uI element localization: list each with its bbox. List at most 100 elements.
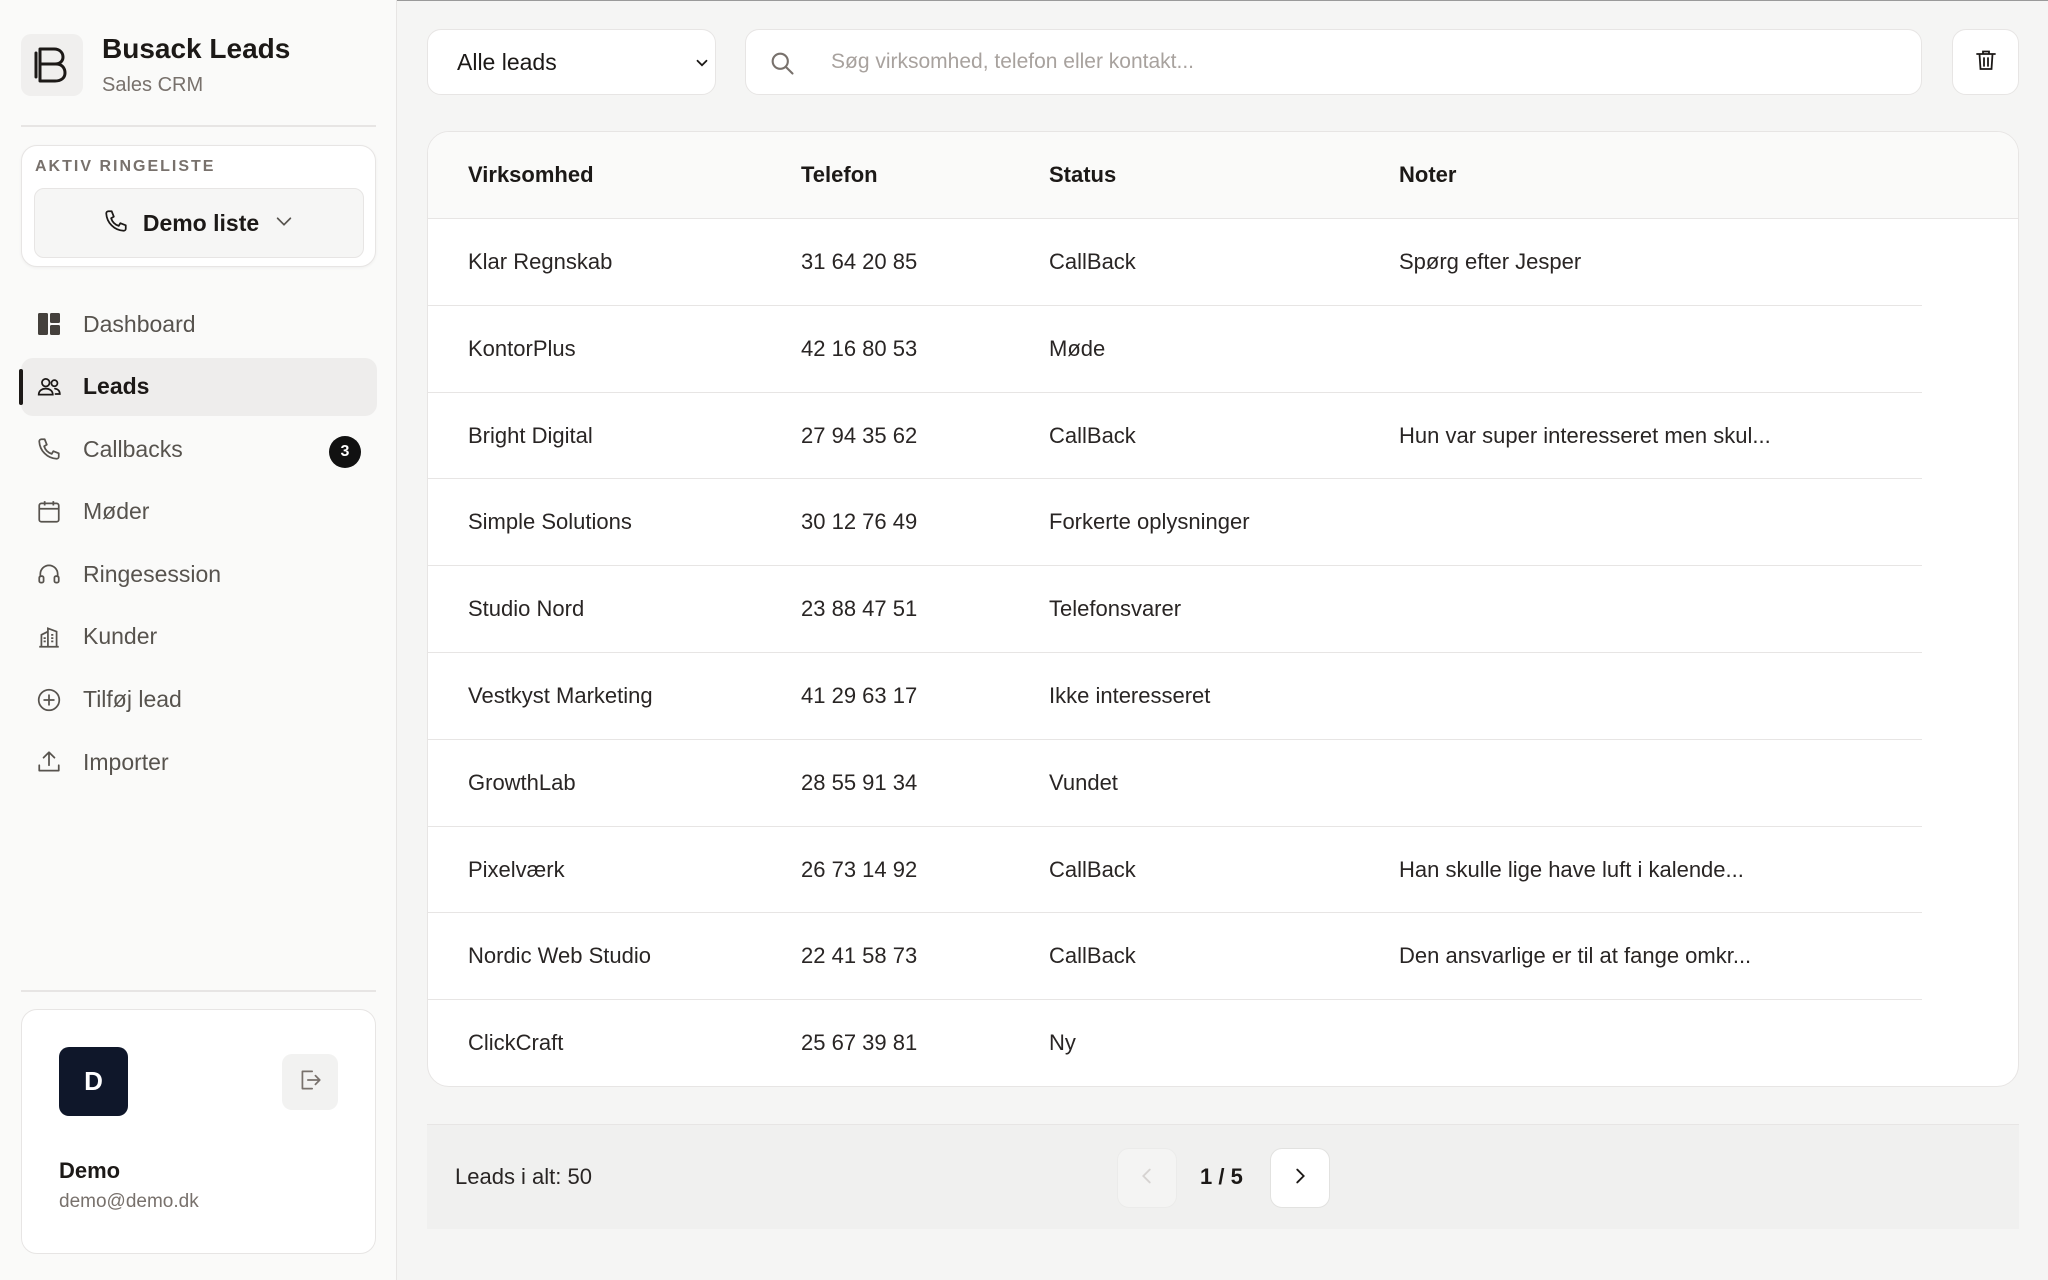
notes-cell: Den ansvarlige er til at fange omkr... (1399, 943, 1752, 969)
sidebar-item-moder[interactable]: Møder (21, 483, 377, 541)
status-cell: Vundet (1049, 769, 1118, 795)
sidebar-item-label: Dashboard (83, 310, 196, 337)
table-row[interactable]: GrowthLab 28 55 91 34 Vundet (428, 740, 1922, 827)
phone-cell: 22 41 58 73 (801, 943, 918, 969)
search-input[interactable] (831, 42, 1891, 82)
chevron-down-icon (273, 210, 295, 237)
page-indicator: 1 / 5 (1200, 1164, 1243, 1189)
divider (21, 125, 376, 127)
user-email: demo@demo.dk (59, 1191, 199, 1212)
sidebar-item-callbacks[interactable]: Callbacks 3 (21, 420, 377, 478)
brand: Busack Leads Sales CRM (21, 32, 290, 97)
search-icon (768, 49, 796, 82)
table-row[interactable]: ClickCraft 25 67 39 81 Ny (428, 1000, 1922, 1086)
status-cell: Møde (1049, 335, 1106, 361)
company-cell: KontorPlus (468, 335, 576, 361)
table-row[interactable]: Vestkyst Marketing 41 29 63 17 Ikke inte… (428, 653, 1922, 740)
brand-subtitle: Sales CRM (102, 74, 204, 96)
divider (21, 990, 376, 992)
logout-button[interactable] (282, 1054, 338, 1110)
phone-icon (35, 435, 63, 463)
sidebar-item-leads[interactable]: Leads (19, 357, 377, 416)
leads-total: Leads i alt: 50 (455, 1164, 592, 1189)
sidebar-nav: Dashboard Leads Callbacks 3 Møder Ringes… (19, 295, 377, 796)
upload-icon (35, 748, 63, 776)
status-cell: CallBack (1049, 422, 1136, 448)
phone-cell: 23 88 47 51 (801, 596, 918, 622)
active-call-list-card: AKTIV RINGELISTE Demo liste (21, 145, 376, 267)
phone-cell: 42 16 80 53 (801, 335, 918, 361)
sidebar-item-tilfoj-lead[interactable]: Tilføj lead (21, 671, 377, 729)
table-row[interactable]: Studio Nord 23 88 47 51 Telefonsvarer (428, 566, 1922, 653)
b-logo-icon (21, 33, 83, 96)
status-cell: CallBack (1049, 856, 1136, 882)
notes-cell: Hun var super interesseret men skul... (1399, 422, 1771, 448)
company-cell: Simple Solutions (468, 509, 632, 535)
sidebar-item-label: Leads (83, 373, 150, 400)
column-header-status[interactable]: Status (1049, 162, 1116, 188)
sidebar-item-ringesession[interactable]: Ringesession (21, 545, 377, 603)
phone-cell: 25 67 39 81 (801, 1030, 918, 1056)
phone-cell: 28 55 91 34 (801, 769, 918, 795)
company-cell: ClickCraft (468, 1030, 564, 1056)
sidebar-item-label: Kunder (83, 623, 158, 650)
status-cell: Telefonsvarer (1049, 596, 1182, 622)
sidebar-item-importer[interactable]: Importer (21, 733, 377, 791)
phone-icon (103, 208, 129, 239)
sidebar-item-label: Ringesession (83, 560, 222, 587)
callbacks-count-badge: 3 (329, 436, 361, 469)
column-header-virksomhed[interactable]: Virksomhed (468, 162, 594, 188)
notes-cell: Spørg efter Jesper (1399, 249, 1582, 274)
phone-cell: 27 94 35 62 (801, 422, 918, 448)
calendar-icon (35, 498, 63, 526)
previous-page-button[interactable] (1117, 1148, 1177, 1208)
table-body: Klar Regnskab 31 64 20 85 CallBack Spørg… (428, 219, 2018, 1086)
logout-icon (297, 1067, 323, 1098)
table-row[interactable]: Bright Digital 27 94 35 62 CallBack Hun … (428, 393, 1922, 480)
sidebar-item-kunder[interactable]: Kunder (21, 608, 377, 666)
table-header: Virksomhed Telefon Status Noter (428, 132, 2018, 219)
delete-button[interactable] (1952, 29, 2019, 95)
company-cell: Pixelværk (468, 856, 565, 882)
sidebar: Busack Leads Sales CRM AKTIV RINGELISTE … (0, 0, 397, 1280)
sidebar-item-dashboard[interactable]: Dashboard (21, 295, 377, 353)
status-cell: Ny (1049, 1030, 1076, 1056)
status-cell: Ikke interesseret (1049, 682, 1211, 708)
brand-title: Busack Leads (102, 33, 291, 64)
chevron-right-icon (1289, 1165, 1311, 1192)
sidebar-item-label: Tilføj lead (83, 686, 182, 713)
notes-cell: Han skulle lige have luft i kalende... (1399, 856, 1744, 882)
leads-table: Virksomhed Telefon Status Noter Klar Reg… (427, 131, 2019, 1087)
phone-cell: 26 73 14 92 (801, 856, 918, 882)
search-box (745, 29, 1922, 95)
call-list-select[interactable]: Demo liste (34, 188, 364, 258)
next-page-button[interactable] (1270, 1148, 1330, 1208)
dashboard-icon (35, 310, 63, 338)
lead-filter-select[interactable]: Alle leads (427, 29, 716, 95)
phone-cell: 31 64 20 85 (801, 249, 918, 274)
chevron-down-icon (693, 54, 711, 77)
filter-value: Alle leads (457, 48, 557, 75)
call-list-selected: Demo liste (142, 209, 260, 236)
table-row[interactable]: Simple Solutions 30 12 76 49 Forkerte op… (428, 479, 1922, 567)
user-name: Demo (59, 1158, 121, 1183)
sidebar-item-label: Møder (83, 498, 150, 525)
column-header-telefon[interactable]: Telefon (801, 162, 878, 188)
table-row[interactable]: KontorPlus 42 16 80 53 Møde (428, 306, 1922, 393)
status-cell: CallBack (1049, 249, 1136, 274)
table-row[interactable]: Nordic Web Studio 22 41 58 73 CallBack D… (428, 913, 1922, 1001)
status-cell: CallBack (1049, 943, 1136, 969)
status-cell: Forkerte oplysninger (1049, 509, 1250, 535)
sidebar-item-label: Importer (83, 748, 169, 775)
company-cell: Bright Digital (468, 422, 593, 448)
company-cell: GrowthLab (468, 769, 576, 795)
column-header-noter[interactable]: Noter (1399, 162, 1456, 188)
users-icon (35, 373, 63, 401)
pagination-bar: Leads i alt: 50 1 / 5 (427, 1124, 2019, 1229)
company-cell: Nordic Web Studio (468, 943, 652, 969)
chevron-left-icon (1136, 1165, 1158, 1192)
table-row[interactable]: Klar Regnskab 31 64 20 85 CallBack Spørg… (428, 219, 1922, 306)
table-row[interactable]: Pixelværk 26 73 14 92 CallBack Han skull… (428, 827, 1922, 914)
call-list-label: AKTIV RINGELISTE (35, 158, 216, 175)
user-card: D Demo demo@demo.dk (21, 1009, 376, 1254)
